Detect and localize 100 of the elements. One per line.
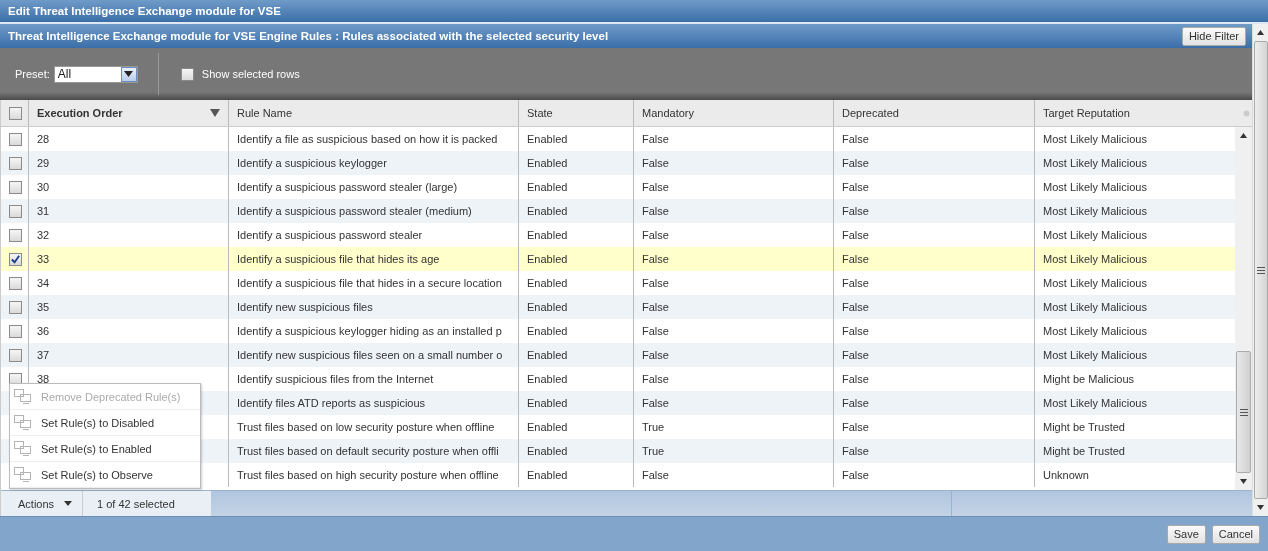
table-cell: Most Likely Malicious <box>1043 157 1147 169</box>
table-cell: Identify a suspicious keylogger hiding as an installed p <box>237 325 502 337</box>
table-row[interactable]: 29 Identify a suspicious keylogger Enabled False False Most Likely Malicious <box>1 151 1235 175</box>
table-cell: Might be Trusted <box>1043 445 1125 457</box>
table-cell: False <box>642 133 669 145</box>
table-cell: False <box>842 181 869 193</box>
table-row[interactable]: 33 Identify a suspicious file that hides its age Enabled False False Most Likely Malicious <box>1 247 1235 271</box>
table-cell: Enabled <box>527 205 568 217</box>
page-scrollbar[interactable] <box>1252 24 1268 516</box>
table-cell: Trust files based on default security posture when offli <box>237 445 499 457</box>
row-checkbox[interactable] <box>9 180 22 194</box>
table-cell: 33 <box>37 253 50 265</box>
table-cell: Unknown <box>1043 469 1089 481</box>
scroll-up-icon[interactable] <box>1240 133 1247 138</box>
table-cell: False <box>642 349 669 361</box>
table-cell: False <box>842 421 869 433</box>
select-all-checkbox[interactable] <box>9 106 22 120</box>
column-header[interactable]: State <box>519 100 634 126</box>
table-cell: False <box>642 301 669 313</box>
menu-item[interactable]: Set Rule(s) to Enabled <box>10 436 200 462</box>
table-cell: Most Likely Malicious <box>1043 181 1147 193</box>
row-checkbox[interactable] <box>9 204 22 218</box>
menu-item[interactable]: Set Rule(s) to Disabled <box>10 410 200 436</box>
table-cell: True <box>642 445 665 457</box>
hide-filter-button[interactable]: Hide Filter <box>1181 26 1246 46</box>
table-cell: Enabled <box>527 301 568 313</box>
table-row[interactable]: 35 Identify new suspicious files Enabled False False Most Likely Malicious <box>1 295 1235 319</box>
scroll-down-icon[interactable] <box>1257 505 1264 510</box>
table-cell: Enabled <box>527 397 568 409</box>
table-cell: Most Likely Malicious <box>1043 277 1147 289</box>
table-cell: False <box>842 157 869 169</box>
table-cell: False <box>642 229 669 241</box>
show-selected-checkbox[interactable] <box>180 67 194 81</box>
table-cell: Enabled <box>527 181 568 193</box>
table-cell: 37 <box>37 349 50 361</box>
table-row[interactable]: 31 Identify a suspicious password stealer (medium) Enabled False False Most Likely Malicious <box>1 199 1235 223</box>
row-checkbox[interactable] <box>9 300 22 314</box>
table-cell: False <box>842 133 869 145</box>
table-cell: Most Likely Malicious <box>1043 133 1147 145</box>
table-cell: Identify a suspicious file that hides its age <box>237 253 440 265</box>
table-cell: 28 <box>37 133 50 145</box>
table-cell: False <box>642 181 669 193</box>
dropdown-arrow-icon[interactable] <box>124 71 134 77</box>
table-cell: Most Likely Malicious <box>1043 325 1147 337</box>
table-cell: Enabled <box>527 349 568 361</box>
column-header[interactable]: Execution Order <box>29 100 229 126</box>
table-cell: 36 <box>37 325 50 337</box>
table-cell: False <box>642 157 669 169</box>
table-cell: Enabled <box>527 133 568 145</box>
column-header[interactable]: Mandatory <box>634 100 834 126</box>
caret-icon <box>64 501 73 506</box>
selection-count: 1 of 42 selected <box>96 497 175 510</box>
row-checkbox[interactable] <box>9 132 22 146</box>
dialog-button[interactable]: Cancel <box>1211 524 1260 544</box>
preset-dropdown[interactable]: All <box>53 65 138 83</box>
row-checkbox[interactable] <box>9 348 22 362</box>
column-header[interactable]: Target Reputation <box>1035 100 1235 126</box>
table-cell: False <box>842 229 869 241</box>
table-cell: Most Likely Malicious <box>1043 229 1147 241</box>
table-cell: False <box>642 205 669 217</box>
dialog-button[interactable]: Save <box>1166 524 1206 544</box>
table-cell: Might be Malicious <box>1043 373 1135 385</box>
table-cell: 35 <box>37 301 50 313</box>
table-cell: Enabled <box>527 373 568 385</box>
table-cell: Enabled <box>527 445 568 457</box>
table-cell: False <box>842 205 869 217</box>
table-cell: Identify new suspicious files <box>237 301 373 313</box>
table-cell: Identify a file as suspicious based on how it is packed <box>237 133 498 145</box>
scroll-down-icon[interactable] <box>1240 479 1247 484</box>
row-checkbox[interactable] <box>9 228 22 242</box>
table-cell: False <box>642 373 669 385</box>
grip-icon[interactable] <box>1239 408 1248 416</box>
table-cell: False <box>842 469 869 481</box>
scroll-up-icon[interactable] <box>1257 30 1264 35</box>
table-cell: 30 <box>37 181 50 193</box>
table-cell: 31 <box>37 205 50 217</box>
row-checkbox[interactable] <box>9 276 22 290</box>
computers-icon <box>14 440 31 457</box>
row-checkbox[interactable] <box>9 324 22 338</box>
grip-icon[interactable] <box>1256 266 1265 274</box>
table-cell: Enabled <box>527 229 568 241</box>
table-cell: Enabled <box>527 421 568 433</box>
row-checkbox[interactable] <box>9 156 22 170</box>
column-header[interactable]: Deprecated <box>834 100 1035 126</box>
table-cell: False <box>842 277 869 289</box>
table-cell: False <box>842 373 869 385</box>
column-header[interactable]: Rule Name <box>229 100 519 126</box>
table-cell: 34 <box>37 277 50 289</box>
table-row[interactable]: 37 Identify new suspicious files seen on a small number o Enabled False False Most Likely Malicious <box>1 343 1235 367</box>
table-cell: False <box>842 301 869 313</box>
table-cell: False <box>842 349 869 361</box>
table-cell: Identify a suspicious keylogger <box>237 157 387 169</box>
show-selected-label: Show selected rows <box>201 68 300 80</box>
row-checkbox[interactable] <box>9 252 22 266</box>
table-cell: Trust files based on low security posture when offline <box>237 421 495 433</box>
table-scrollbar[interactable] <box>1235 127 1252 490</box>
computers-icon <box>14 466 31 483</box>
table-cell: Trust files based on high security posture when offline <box>237 469 499 481</box>
menu-item[interactable]: Set Rule(s) to Observe <box>10 462 200 488</box>
table-cell: Identify a suspicious password stealer (large) <box>237 181 458 193</box>
